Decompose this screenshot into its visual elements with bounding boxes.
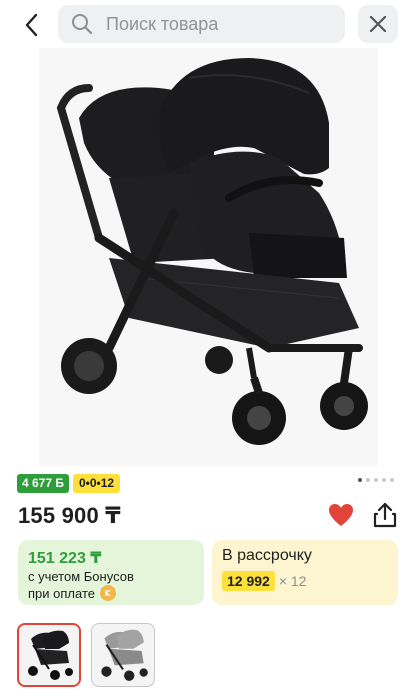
back-button[interactable] [16, 10, 46, 40]
pager-dot [382, 478, 386, 482]
bonus-offer-card[interactable]: 151 223 ₸ с учетом Бонусов при оплате [18, 540, 204, 605]
bonus-caption: с учетом Бонусов [28, 569, 134, 584]
pager-dot [390, 478, 394, 482]
installment-multiplier: × 12 [278, 573, 307, 589]
search-input[interactable] [106, 5, 336, 43]
installment-card[interactable]: В рассрочку 12 992 × 12 [212, 540, 398, 605]
pager-dot [358, 478, 362, 482]
close-icon [369, 15, 387, 33]
image-pager [358, 478, 394, 482]
bonus-payment-caption: при оплате [28, 585, 116, 601]
share-button[interactable] [372, 501, 398, 529]
installment-badge: 0•0•12 [73, 474, 121, 493]
bonus-payment-label: при оплате [28, 585, 95, 601]
stroller-thumbnail-grey [101, 629, 148, 681]
coin-icon [99, 585, 116, 601]
pager-dot [366, 478, 370, 482]
favorite-button[interactable] [327, 502, 355, 528]
chevron-left-icon [25, 13, 38, 37]
stroller-thumbnail-black [28, 630, 73, 680]
top-bar [0, 0, 416, 50]
stroller-image [56, 58, 368, 445]
bonus-badge: 4 677 Б [17, 474, 69, 493]
product-image[interactable] [39, 48, 378, 466]
installment-row: 12 992 × 12 [222, 571, 306, 591]
heart-icon [329, 504, 353, 526]
pager-dot [374, 478, 378, 482]
search-icon [72, 14, 93, 35]
share-icon [373, 502, 397, 528]
variant-thumbnail-black[interactable] [17, 623, 81, 687]
product-price: 155 900 ₸ [18, 503, 121, 528]
close-button[interactable] [358, 5, 398, 43]
installment-amount: 12 992 [222, 571, 275, 591]
installment-title: В рассрочку [222, 547, 312, 564]
variant-thumbnail-grey[interactable] [91, 623, 155, 687]
promo-badges: 4 677 Б 0•0•12 [17, 474, 121, 493]
bonus-price: 151 223 ₸ [28, 550, 102, 567]
search-bar[interactable] [58, 5, 345, 43]
